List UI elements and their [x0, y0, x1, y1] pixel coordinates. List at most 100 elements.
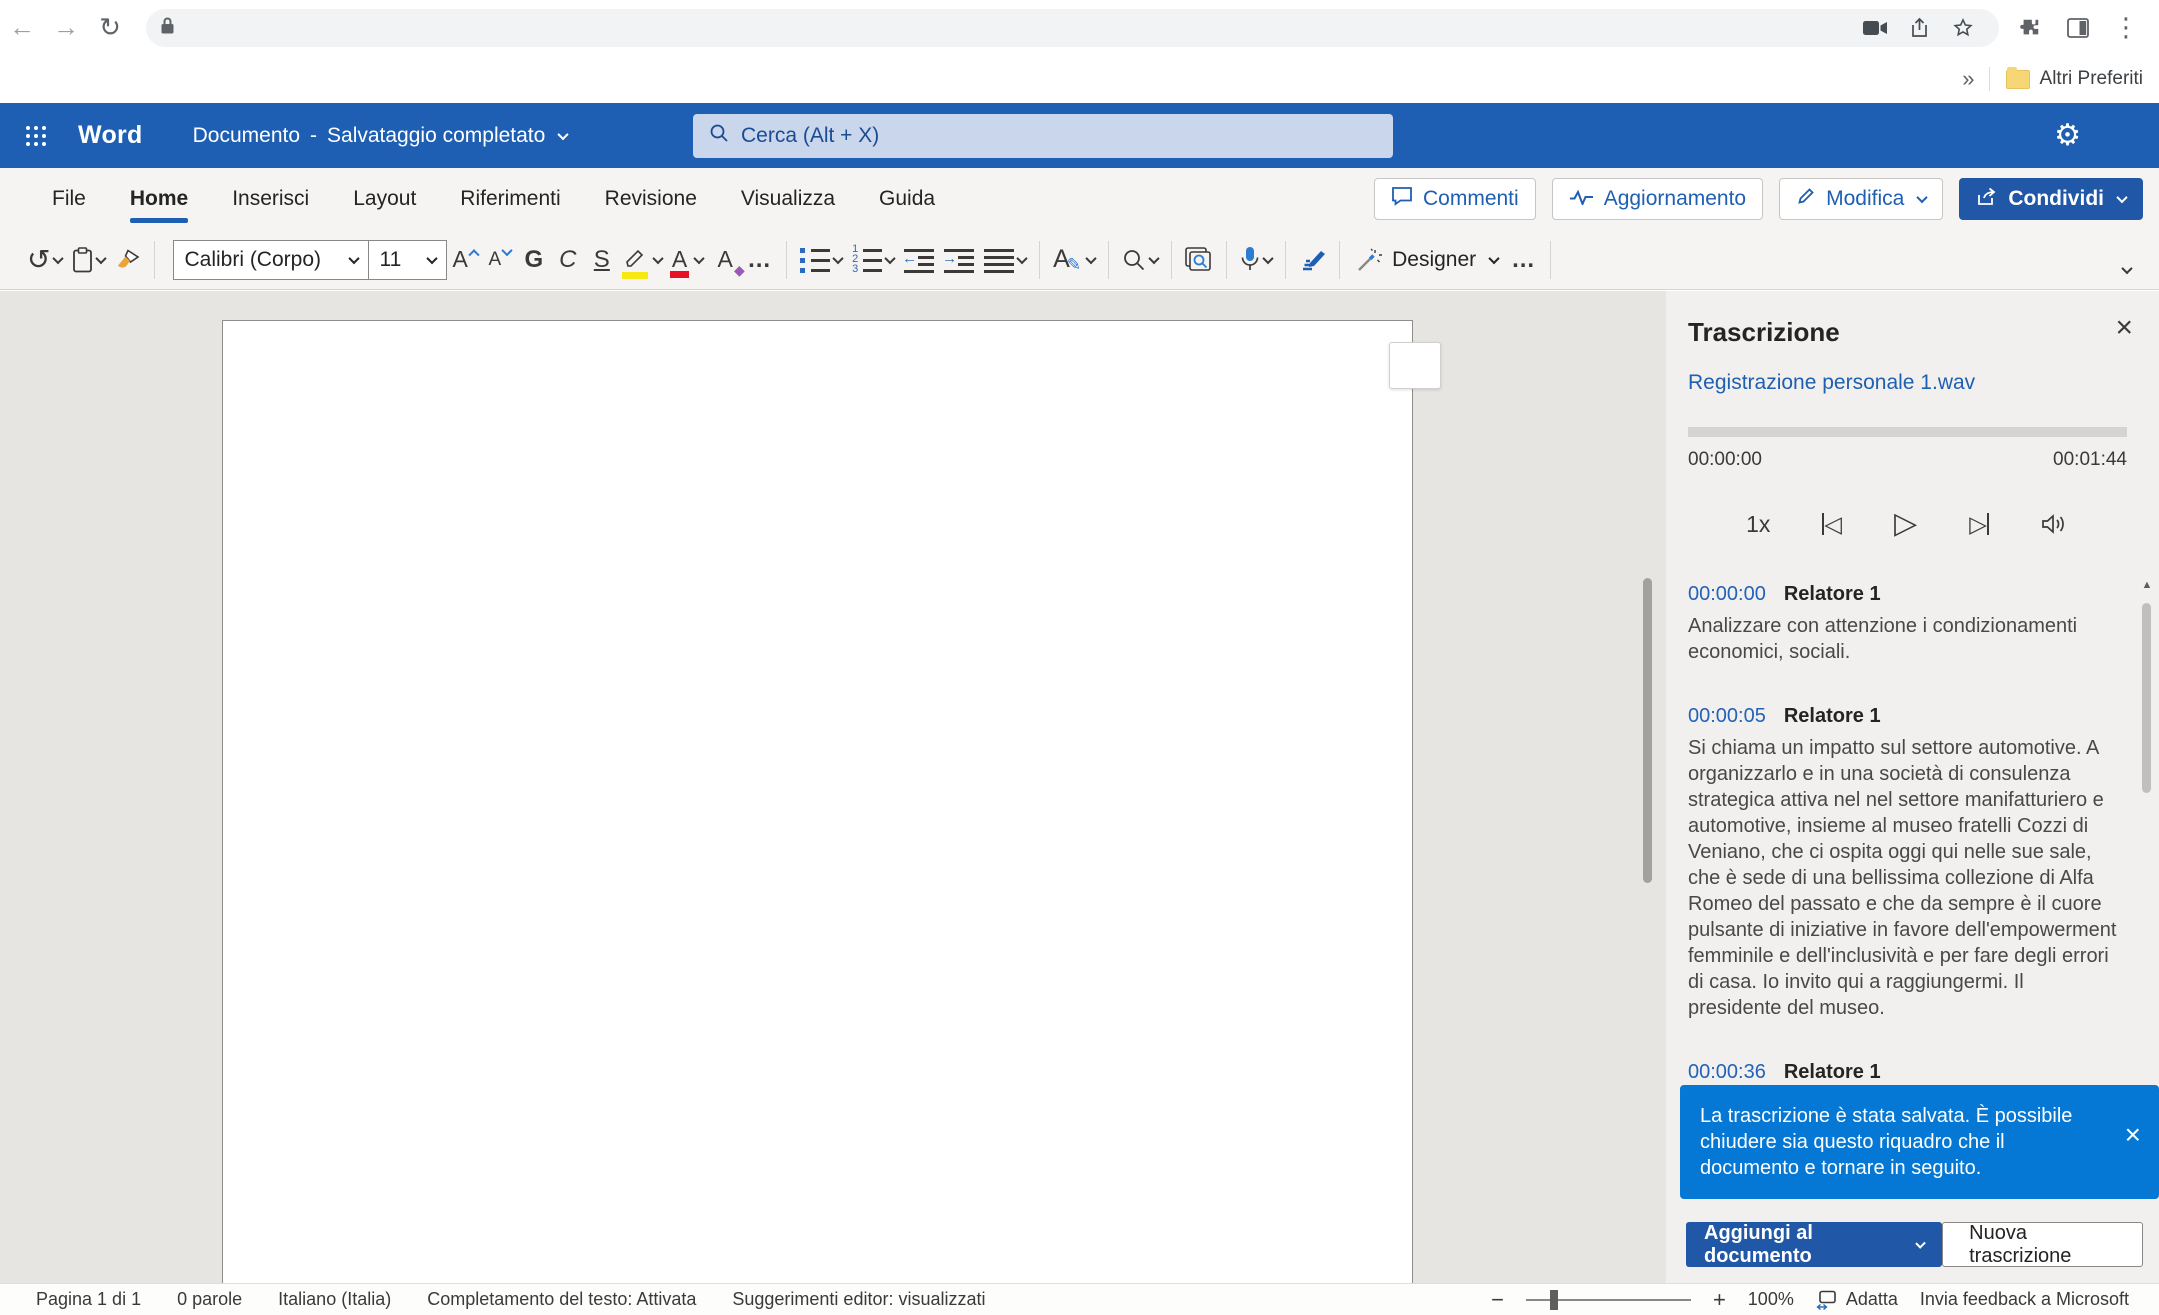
more-formatting-button[interactable]: … — [742, 238, 778, 282]
bullet-list-button[interactable] — [795, 238, 847, 282]
status-item-4[interactable]: Suggerimenti editor: visualizzati — [732, 1289, 985, 1310]
app-name[interactable]: Word — [78, 121, 143, 150]
edit-mode-button[interactable]: Modifica — [1779, 178, 1943, 220]
dictate-button[interactable] — [1235, 238, 1277, 282]
tab-guida[interactable]: Guida — [857, 168, 957, 230]
increase-indent-button[interactable]: → — [939, 238, 979, 282]
search-icon — [709, 123, 729, 149]
numbered-list-icon: 123 — [852, 247, 882, 273]
entry-timestamp[interactable]: 00:00:00 — [1688, 583, 1766, 606]
zoom-slider[interactable] — [1526, 1290, 1691, 1310]
settings-gear-icon[interactable]: ⚙ — [2054, 103, 2081, 168]
volume-icon[interactable] — [2041, 512, 2069, 536]
tab-layout[interactable]: Layout — [331, 168, 438, 230]
transcript-entry[interactable]: 00:00:36 Relatore 1 — [1688, 1061, 2117, 1084]
bookmarks-overflow-icon[interactable]: » — [1948, 66, 1988, 92]
immersive-reader-button[interactable] — [1180, 238, 1218, 282]
comment-card-stub[interactable] — [1389, 342, 1441, 389]
browser-forward-icon[interactable]: → — [44, 6, 88, 50]
undo-button[interactable]: ↺ — [22, 238, 67, 282]
highlight-button[interactable] — [619, 238, 667, 282]
font-color-button[interactable]: A — [667, 238, 708, 282]
collapse-ribbon-button[interactable] — [2123, 261, 2145, 289]
browser-refresh-icon[interactable]: ↻ — [88, 6, 132, 50]
comments-button[interactable]: Commenti — [1374, 178, 1536, 220]
font-name-select[interactable]: Calibri (Corpo) — [173, 240, 369, 280]
zoom-level[interactable]: 100% — [1748, 1289, 1794, 1310]
share-button[interactable]: Condividi — [1959, 178, 2143, 220]
find-button[interactable] — [1117, 238, 1163, 282]
clear-formatting-button[interactable]: A◆ — [708, 238, 742, 282]
styles-button[interactable]: A ✎ — [1048, 238, 1100, 282]
save-status: Salvataggio completato — [327, 124, 545, 148]
feedback-link[interactable]: Invia feedback a Microsoft — [1920, 1289, 2129, 1310]
paste-button[interactable] — [67, 238, 110, 282]
status-item-3[interactable]: Completamento del testo: Attivata — [427, 1289, 696, 1310]
shrink-font-button[interactable]: A — [483, 238, 517, 282]
entry-timestamp[interactable]: 00:00:36 — [1688, 1061, 1766, 1084]
video-camera-icon[interactable] — [1853, 20, 1897, 36]
editor-button[interactable] — [1294, 238, 1331, 282]
playback-speed-button[interactable]: 1x — [1746, 513, 1770, 536]
immersive-reader-icon — [1185, 247, 1213, 273]
transcript-entry[interactable]: 00:00:05 Relatore 1 Si chiama un impatto… — [1688, 705, 2117, 1021]
entry-text[interactable]: Si chiama un impatto sul settore automot… — [1688, 735, 2117, 1021]
status-item-0[interactable]: Pagina 1 di 1 — [36, 1289, 141, 1310]
scrollbar-thumb[interactable] — [2142, 603, 2151, 793]
play-icon[interactable]: ▷ — [1894, 509, 1917, 539]
scroll-up-icon[interactable]: ▲ — [2139, 579, 2155, 591]
app-launcher-icon[interactable] — [26, 126, 46, 146]
fit-page-button[interactable]: Adatta — [1816, 1289, 1898, 1310]
notification-close-icon[interactable]: × — [2125, 1121, 2141, 1149]
audio-progress-bar[interactable] — [1688, 427, 2127, 437]
new-transcription-button[interactable]: Nuova trascrizione — [1942, 1222, 2143, 1267]
add-to-document-button[interactable]: Aggiungi al documento — [1686, 1222, 1942, 1267]
tab-file[interactable]: File — [30, 168, 108, 230]
tab-visualizza[interactable]: Visualizza — [719, 168, 857, 230]
decrease-indent-button[interactable]: ← — [899, 238, 939, 282]
panel-title: Trascrizione — [1688, 317, 1840, 348]
extensions-icon[interactable] — [2009, 6, 2051, 50]
format-painter-button[interactable] — [110, 238, 146, 282]
panel-close-icon[interactable]: × — [2115, 313, 2133, 343]
skip-back-icon[interactable]: ◁ — [1822, 513, 1842, 536]
alignment-button[interactable] — [979, 238, 1031, 282]
address-bar[interactable] — [146, 9, 1999, 47]
comment-icon — [1391, 186, 1413, 212]
status-item-2[interactable]: Italiano (Italia) — [278, 1289, 391, 1310]
entry-timestamp[interactable]: 00:00:05 — [1688, 705, 1766, 728]
recording-file-link[interactable]: Registrazione personale 1.wav — [1688, 371, 1975, 395]
browser-menu-icon[interactable]: ⋮ — [2105, 6, 2147, 50]
italic-button[interactable]: C — [551, 238, 585, 282]
status-item-1[interactable]: 0 parole — [177, 1289, 242, 1310]
entry-text[interactable]: Analizzare con attenzione i condizioname… — [1688, 613, 2117, 665]
side-panel-icon[interactable] — [2057, 6, 2099, 50]
editor-pen-icon — [1299, 248, 1326, 272]
tab-riferimenti[interactable]: Riferimenti — [438, 168, 582, 230]
document-title[interactable]: Documento - Salvataggio completato — [193, 124, 568, 148]
more-commands-button[interactable]: … — [1506, 238, 1542, 282]
designer-button[interactable]: Designer — [1348, 247, 1506, 273]
right-arrow-icon: → — [942, 250, 957, 267]
tab-inserisci[interactable]: Inserisci — [210, 168, 331, 230]
bookmark-star-icon[interactable] — [1941, 17, 1985, 39]
numbered-list-button[interactable]: 123 — [847, 238, 899, 282]
document-scrollbar[interactable] — [1643, 578, 1652, 883]
other-bookmarks-label[interactable]: Altri Preferiti — [2040, 68, 2143, 90]
document-page[interactable] — [222, 320, 1413, 1283]
skip-forward-icon[interactable]: ▷ — [1969, 513, 1989, 536]
tab-revisione[interactable]: Revisione — [583, 168, 719, 230]
transcript-entry[interactable]: 00:00:00 Relatore 1 Analizzare con atten… — [1688, 583, 2117, 665]
tab-home[interactable]: Home — [108, 168, 210, 230]
updates-button[interactable]: Aggiornamento — [1552, 178, 1763, 220]
search-input[interactable]: Cerca (Alt + X) — [693, 114, 1393, 158]
grow-font-button[interactable]: A — [447, 238, 482, 282]
left-arrow-icon: ← — [902, 250, 917, 267]
underline-button[interactable]: S — [585, 238, 619, 282]
bold-button[interactable]: G — [517, 238, 551, 282]
share-page-icon[interactable] — [1897, 17, 1941, 38]
browser-back-icon[interactable]: ← — [0, 6, 44, 50]
font-size-select[interactable]: 11 — [369, 240, 447, 280]
zoom-in-button[interactable]: + — [1713, 1287, 1726, 1313]
zoom-out-button[interactable]: − — [1491, 1287, 1504, 1313]
